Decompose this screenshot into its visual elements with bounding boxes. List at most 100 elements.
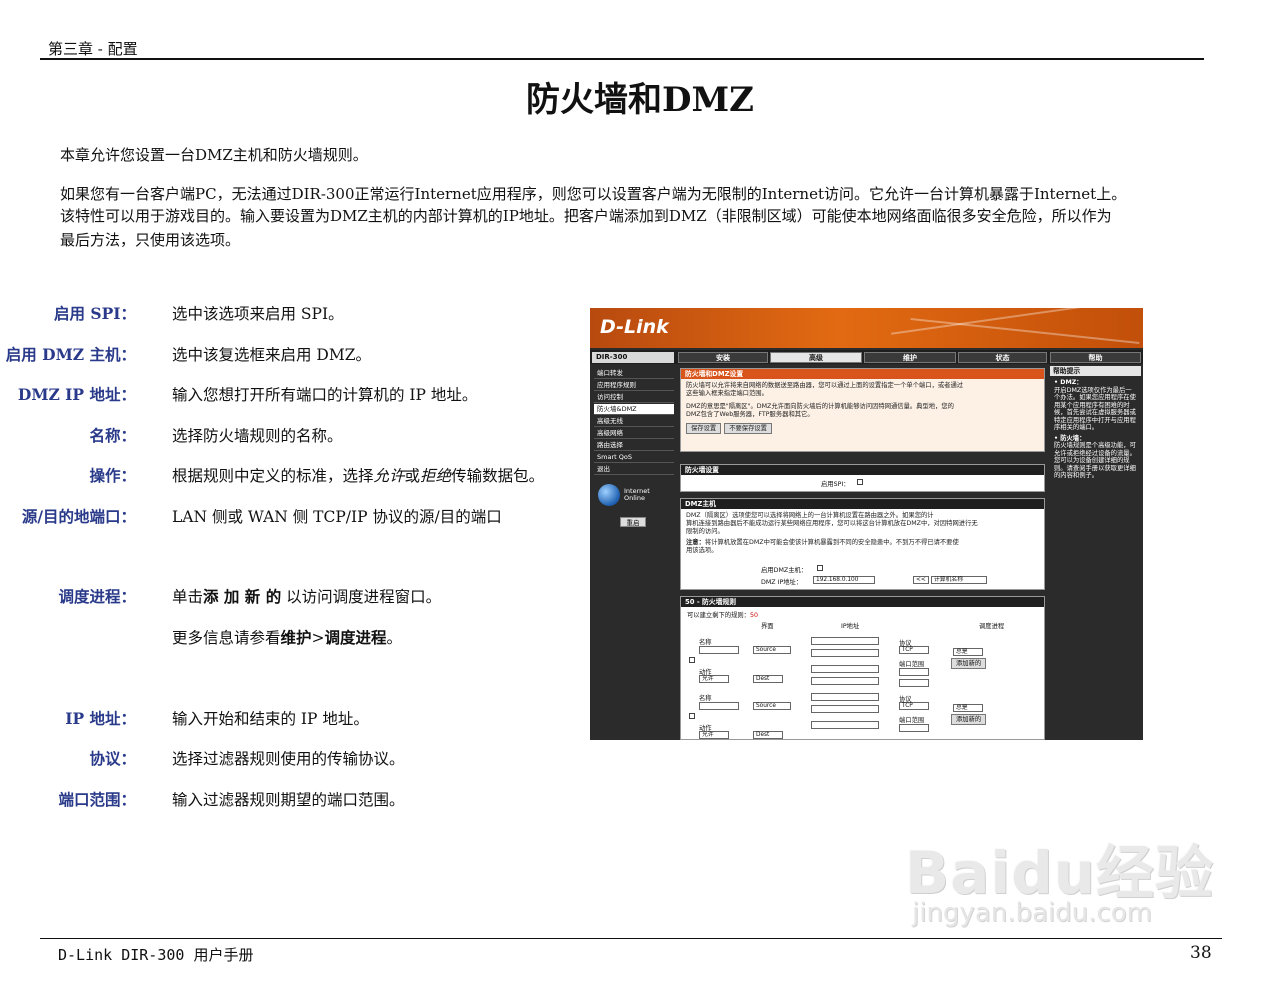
dmz-copy-button[interactable]: << bbox=[913, 576, 929, 584]
rule-protocol-select[interactable]: TCP bbox=[899, 646, 929, 654]
intro-line-2: 如果您有一台客户端PC，无法通过DIR-300正常运行Internet应用程序，… bbox=[60, 185, 1127, 203]
help-firewall: • 防火墙： 防火墙规则是个高级功能，可允许或拒绝经过设备的流量。您可以为设备创建… bbox=[1054, 435, 1137, 480]
dmz-enable-label: 启用DMZ主机： bbox=[761, 567, 808, 574]
desc-line: 限制的访问。 bbox=[686, 528, 724, 535]
text-protocol: 选择过滤器规则使用的传输协议。 bbox=[172, 750, 405, 768]
desc-line: DMZ包含了Web服务器，FTP服务器和其它。 bbox=[686, 411, 814, 418]
restart-button[interactable]: 重启 bbox=[620, 517, 646, 527]
chapter-header: 第三章 - 配置 bbox=[48, 40, 138, 58]
rule-checkbox[interactable] bbox=[689, 657, 695, 663]
dmz-ip-label: DMZ IP地址： bbox=[761, 579, 803, 586]
model-label: DIR-300 bbox=[592, 352, 674, 363]
tab-help[interactable]: 帮助 bbox=[1050, 352, 1141, 363]
save-settings-button[interactable]: 保存设置 bbox=[686, 423, 722, 434]
text-action: 根据规则中定义的标准，选择允许或拒绝传输数据包。 bbox=[172, 464, 544, 486]
rule-protocol-select[interactable]: TCP bbox=[899, 702, 929, 710]
computer-name-select[interactable]: 计算机名称 bbox=[931, 576, 987, 584]
dmz-enable-checkbox[interactable] bbox=[817, 565, 823, 571]
sidebar-item-routing[interactable]: 路由选择 bbox=[594, 440, 674, 451]
term-name: 名称： bbox=[89, 426, 136, 445]
text-port: LAN 侧或 WAN 侧 TCP/IP 协议的源/目的端口 bbox=[172, 508, 502, 526]
term-spi: 启用 SPI： bbox=[54, 304, 136, 323]
intro-line-1: 本章允许您设置一台DMZ主机和防火墙规则。 bbox=[60, 146, 368, 164]
term-port-range: 端口范围： bbox=[58, 790, 136, 809]
rule-schedule-select[interactable]: 总是 bbox=[953, 704, 983, 712]
text-ip: 输入开始和结束的 IP 地址。 bbox=[172, 710, 369, 728]
note-text-2: 用该选项。 bbox=[686, 547, 718, 554]
dlink-banner bbox=[590, 308, 1143, 348]
rule-ip-input[interactable] bbox=[811, 721, 879, 729]
panel-firewall-rules: 50 - 防火墙规则 可以建立剩下的规则：50 界面 IP地址 调度进程 名称 … bbox=[680, 596, 1045, 740]
tab-maintenance[interactable]: 维护 bbox=[864, 352, 956, 363]
sidebar: 端口转发 应用程序规则 访问控制 防火墙&DMZ 高级无线 高级网络 路由选择 … bbox=[592, 366, 674, 740]
rule-ip-input[interactable] bbox=[811, 677, 879, 685]
note-bold: 注意： bbox=[686, 539, 705, 546]
panel-title: 50 - 防火墙规则 bbox=[681, 597, 1044, 607]
dlink-logo: D-Link bbox=[600, 316, 669, 338]
rule-name-input[interactable] bbox=[699, 646, 739, 654]
panel-title: DMZ主机 bbox=[681, 499, 1044, 509]
rule-interface-select[interactable]: Source bbox=[753, 702, 791, 710]
tab-setup[interactable]: 安装 bbox=[678, 352, 768, 363]
rule-checkbox[interactable] bbox=[689, 713, 695, 719]
page-title: 防火墙和DMZ bbox=[526, 80, 754, 120]
rule-dest-select[interactable]: Dest bbox=[753, 731, 783, 739]
desc-line: 防火墙可以允许将来自网络的数据送至路由器，您可以通过上面的设置指定一个单个端口，… bbox=[686, 382, 964, 389]
term-schedule: 调度进程： bbox=[58, 587, 136, 606]
rule-action-select[interactable]: 允许 bbox=[699, 731, 729, 739]
text-more-mid: > bbox=[311, 629, 325, 647]
sidebar-item-adv-wireless[interactable]: 高级无线 bbox=[594, 416, 674, 427]
desc-line: DMZ的意思是"隔离区"。DMZ允许面向防火墙后的计算机能够访问因特网通信量。典… bbox=[686, 403, 954, 410]
add-new-schedule-button[interactable]: 添加新的 bbox=[951, 658, 987, 669]
sidebar-item-access-control[interactable]: 访问控制 bbox=[594, 392, 674, 403]
dont-save-button[interactable]: 不要保存设置 bbox=[724, 423, 772, 434]
add-new-schedule-button[interactable]: 添加新的 bbox=[951, 714, 987, 725]
desc-line: 算机连接到路由器后不能成功运行某些网络应用程序，您可以将这台计算机放在DMZ中，… bbox=[686, 520, 978, 527]
internet-online-label: Internet Online bbox=[624, 488, 650, 502]
rule-name-input[interactable] bbox=[699, 702, 739, 710]
rule-port-input[interactable] bbox=[899, 668, 929, 676]
text-action-post: 传输数据包。 bbox=[451, 467, 545, 485]
panel-title: 防火墙和DMZ设置 bbox=[681, 369, 1044, 379]
rule-ip-input[interactable] bbox=[811, 693, 879, 701]
sidebar-item-app-rules[interactable]: 应用程序规则 bbox=[594, 380, 674, 391]
dmz-ip-input[interactable]: 192.168.0.100 bbox=[813, 576, 875, 584]
text-port-range: 输入过滤器规则期望的端口范围。 bbox=[172, 791, 405, 809]
rule-ip-input[interactable] bbox=[811, 705, 879, 713]
rule-dest-select[interactable]: Dest bbox=[753, 675, 783, 683]
sidebar-item-port-forward[interactable]: 端口转发 bbox=[594, 368, 674, 379]
rule-schedule-select[interactable]: 总是 bbox=[953, 648, 983, 656]
sidebar-item-adv-network[interactable]: 高级网络 bbox=[594, 428, 674, 439]
term-dmz: 启用 DMZ 主机： bbox=[5, 345, 136, 364]
rule-interface-select[interactable]: Source bbox=[753, 646, 791, 654]
col-schedule: 调度进程 bbox=[979, 623, 1005, 630]
desc-line: 这些输入框来指定端口范围。 bbox=[686, 390, 768, 397]
text-schedule-add: 添 加 新 的 bbox=[203, 587, 282, 606]
rule-name-label: 名称 bbox=[699, 639, 712, 646]
term-ip: IP 地址： bbox=[65, 709, 136, 728]
router-screenshot: D-Link DIR-300 安装 高级 维护 状态 帮助 端口转发 应用程序规… bbox=[590, 308, 1143, 740]
rule-ip-input[interactable] bbox=[811, 665, 879, 673]
sidebar-item-logout[interactable]: 退出 bbox=[594, 464, 674, 475]
text-action-allow: 允许 bbox=[373, 467, 405, 485]
col-ip: IP地址 bbox=[841, 623, 860, 630]
help-firewall-text: 防火墙规则是个高级功能，可允许或拒绝经过设备的流量。您可以为设备创建详细的规则。… bbox=[1054, 442, 1136, 479]
rule-ip-input[interactable] bbox=[811, 637, 879, 645]
tab-status[interactable]: 状态 bbox=[958, 352, 1047, 363]
tab-advanced[interactable]: 高级 bbox=[770, 352, 862, 363]
text-spi: 选中该选项来启用 SPI。 bbox=[172, 305, 344, 323]
spi-checkbox[interactable] bbox=[857, 479, 863, 485]
text-dmz-ip: 输入您想打开所有端口的计算机的 IP 地址。 bbox=[172, 386, 478, 404]
sidebar-item-firewall-dmz[interactable]: 防火墙&DMZ bbox=[594, 404, 674, 415]
rule-action-select[interactable]: 允许 bbox=[699, 675, 729, 683]
sidebar-item-smart-qos[interactable]: Smart QoS bbox=[594, 452, 674, 463]
rule-port-input[interactable] bbox=[899, 724, 929, 732]
rule-ip-input[interactable] bbox=[811, 649, 879, 657]
text-more-info: 更多信息请参看维护>调度进程。 bbox=[172, 626, 402, 648]
term-protocol: 协议： bbox=[89, 749, 136, 768]
rule-port-input[interactable] bbox=[899, 679, 929, 687]
text-action-deny: 拒绝 bbox=[420, 467, 452, 485]
help-dmz-text: 开启DMZ选项仅作为最后一个办法。如果您应用程序在使用某个应用程序有困难的时候，… bbox=[1054, 386, 1136, 432]
text-name: 选择防火墙规则的名称。 bbox=[172, 427, 343, 445]
term-port: 源/目的地端口： bbox=[21, 507, 136, 526]
